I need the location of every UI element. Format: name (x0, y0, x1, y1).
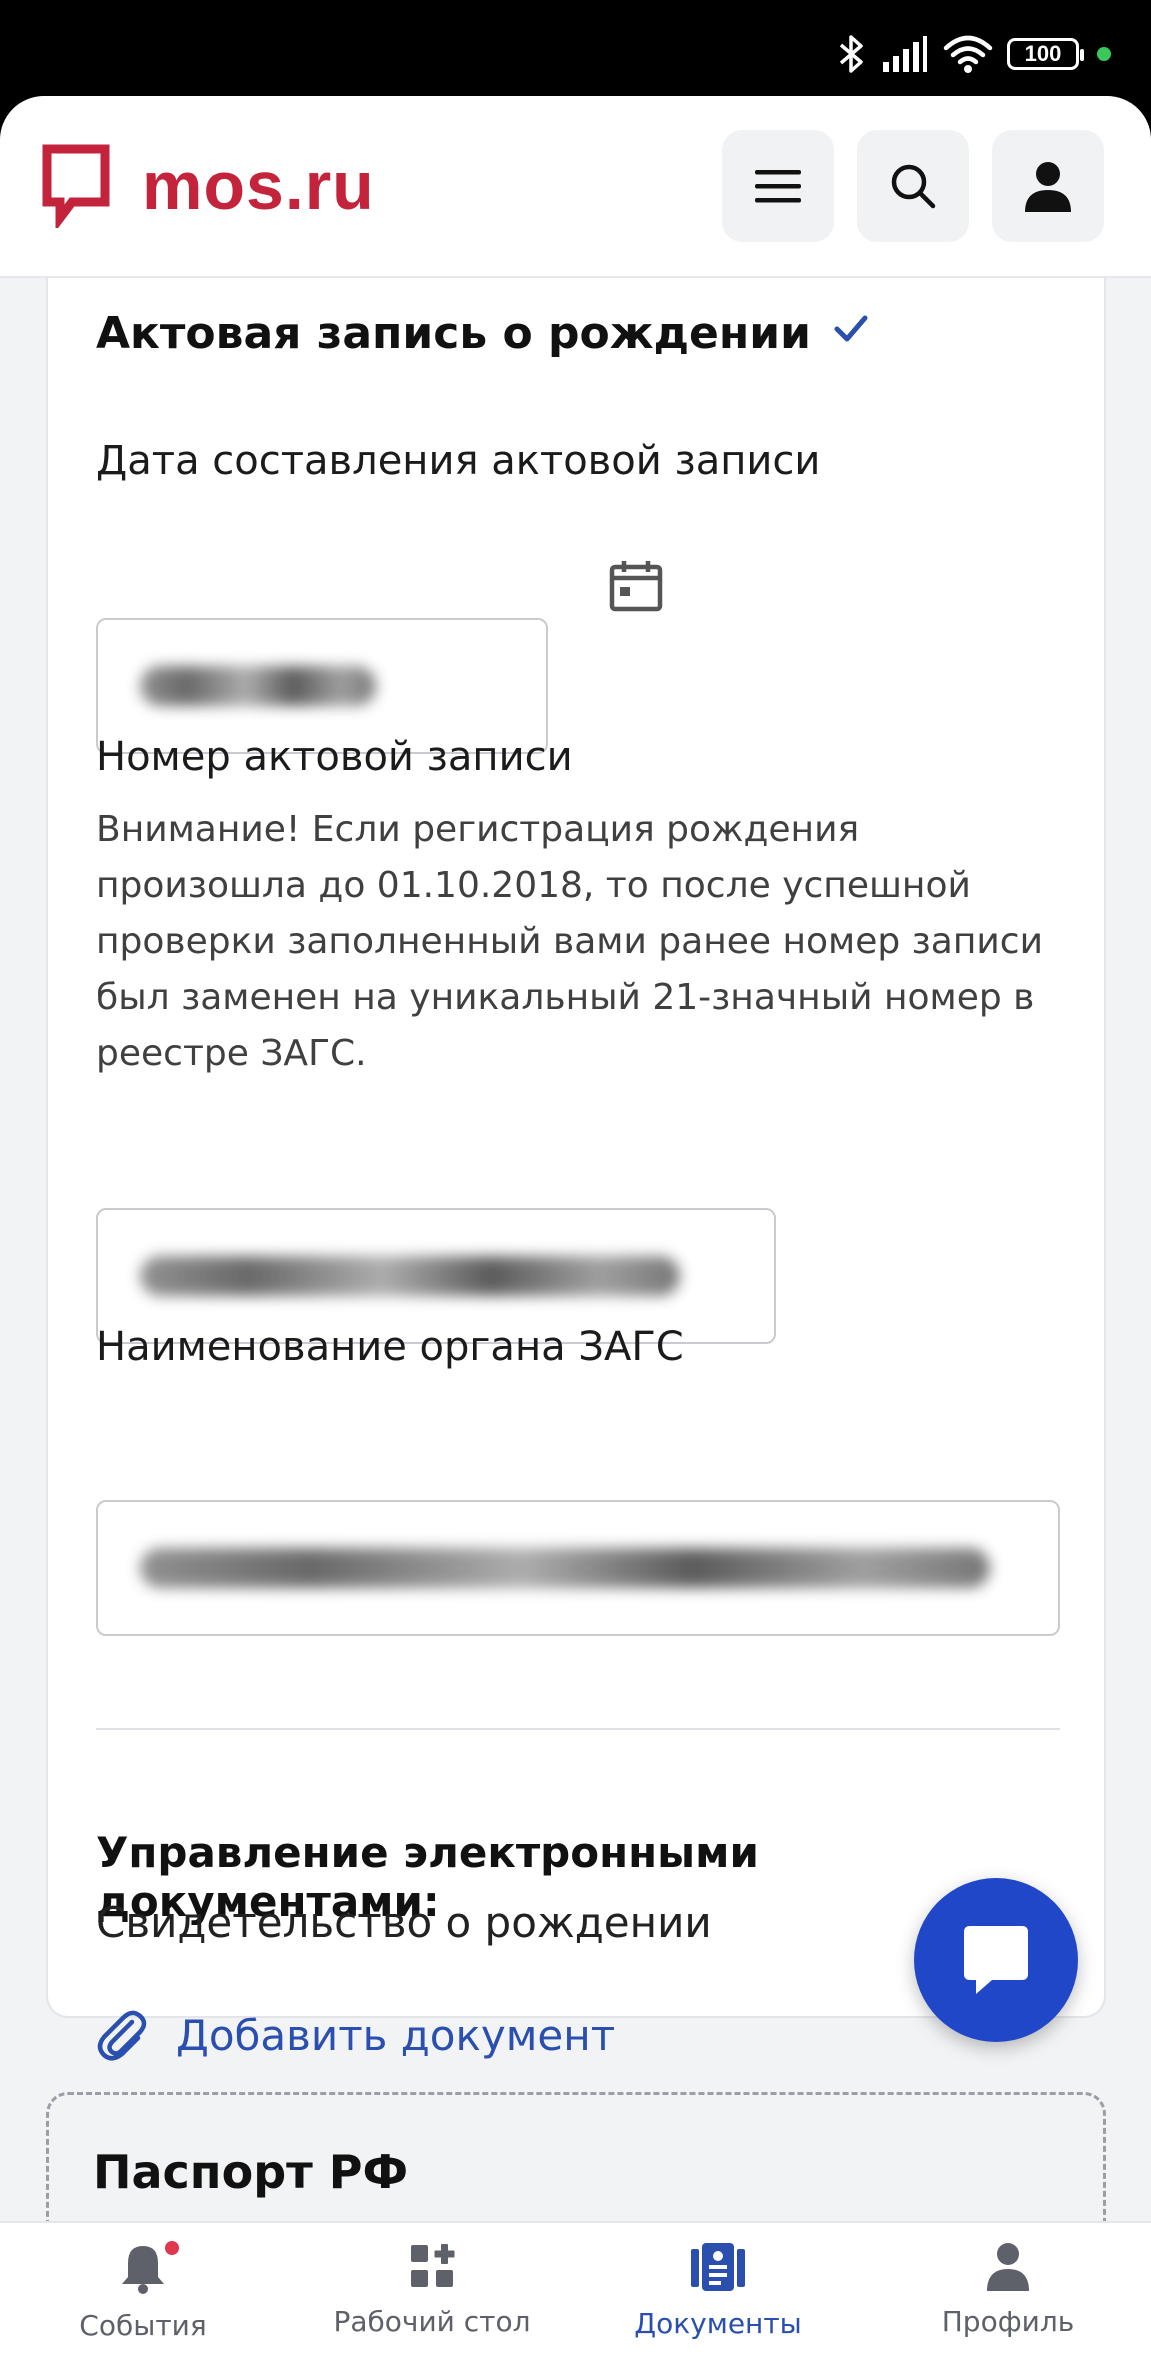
status-bar: 100 (0, 0, 1151, 96)
paperclip-icon (97, 2010, 147, 2061)
section-divider (96, 1728, 1060, 1730)
record-number-hint: Внимание! Если регистрация рождения прои… (96, 809, 1043, 1074)
zags-label: Наименование органа ЗАГС (96, 1324, 684, 1370)
zags-value-redacted (140, 1548, 990, 1588)
user-icon (1025, 162, 1071, 212)
record-number-label: Номер актовой записи (96, 734, 573, 780)
person-icon (987, 2243, 1029, 2291)
notification-dot (165, 2241, 179, 2255)
logo-text: mos.ru (142, 148, 375, 224)
bell-icon (122, 2246, 164, 2294)
nav-events[interactable]: События (13, 2241, 273, 2342)
chat-button[interactable] (914, 1878, 1078, 2042)
nav-profile[interactable]: Профиль (878, 2241, 1138, 2338)
date-value-redacted (140, 666, 376, 706)
nav-documents-label: Документы (634, 2307, 802, 2340)
search-icon (891, 164, 936, 209)
battery-level: 100 (1024, 41, 1062, 66)
signal-icon (883, 36, 927, 72)
nav-desktop[interactable]: Рабочий стол (302, 2241, 562, 2338)
record-number-redacted (140, 1256, 680, 1296)
battery-indicator: 100 (1007, 38, 1084, 70)
mos-logo[interactable]: mos.ru (42, 144, 375, 228)
nav-desktop-label: Рабочий стол (333, 2305, 531, 2338)
widgets-icon (411, 2244, 455, 2287)
checkmark-icon (834, 315, 868, 342)
search-button[interactable] (857, 130, 969, 242)
passport-title: Паспорт РФ (93, 2145, 409, 2199)
app-header: mos.ru (0, 96, 1151, 278)
add-document-label: Добавить документ (176, 2010, 616, 2060)
edocs-subheading: Свидетельство о рождении (96, 1898, 712, 1947)
bottom-navigation: События Рабочий стол Документы Профиль (0, 2221, 1151, 2369)
zags-input[interactable] (96, 1500, 1060, 1636)
birth-record-card: Актовая запись о рождении Дата составлен… (46, 278, 1106, 2061)
nav-profile-label: Профиль (941, 2305, 1075, 2338)
speech-bubble-logo-icon (42, 144, 110, 228)
card-title: Актовая запись о рождении (96, 308, 811, 359)
menu-button[interactable] (722, 130, 834, 242)
nav-events-label: События (79, 2309, 207, 2342)
bluetooth-icon (839, 35, 863, 73)
documents-icon (691, 2243, 745, 2291)
app-screen: mos.ru Актовая запись о рождении Дата со… (0, 96, 1151, 2369)
chat-bubble-icon (964, 1926, 1028, 1994)
hamburger-icon (755, 170, 801, 203)
wifi-icon (943, 35, 993, 73)
date-label: Дата составления актовой записи (96, 438, 821, 484)
calendar-icon[interactable] (608, 558, 664, 614)
privacy-indicator-dot (1097, 47, 1111, 61)
add-document-link[interactable]: Добавить документ (96, 2008, 615, 2062)
nav-documents[interactable]: Документы (588, 2241, 848, 2340)
profile-button[interactable] (992, 130, 1104, 242)
